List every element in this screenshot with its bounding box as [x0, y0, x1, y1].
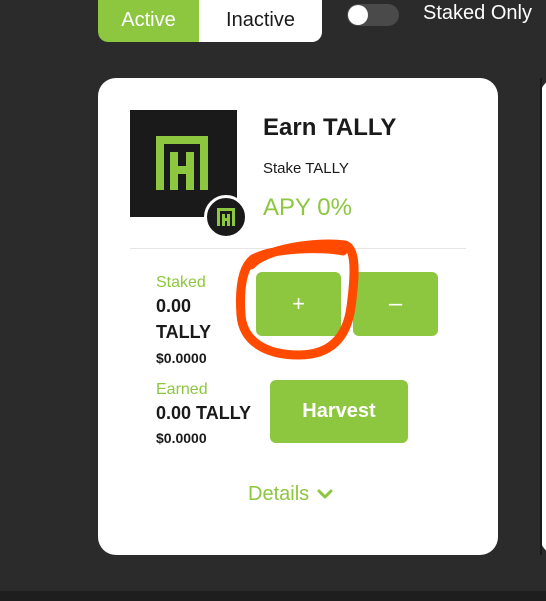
divider — [130, 248, 466, 249]
switch-knob — [348, 5, 368, 25]
tally-badge-icon — [204, 195, 248, 239]
chevron-down-icon — [317, 483, 333, 506]
staked-label: Staked — [156, 274, 206, 291]
staked-usd: $0.0000 — [156, 350, 207, 366]
unstake-minus-button[interactable]: – — [353, 272, 438, 336]
active-inactive-toggle: Active Inactive — [98, 0, 322, 42]
earned-usd: $0.0000 — [156, 430, 207, 446]
card-subtitle: Stake TALLY — [263, 160, 349, 177]
staked-amount: 0.00 — [156, 296, 192, 316]
harvest-button[interactable]: Harvest — [270, 380, 408, 443]
details-label: Details — [248, 483, 310, 505]
staked-token: TALLY — [156, 322, 212, 342]
staked-only-label: Staked Only — [423, 2, 532, 24]
active-tab-button[interactable]: Active — [98, 0, 199, 42]
bottom-strip — [0, 591, 546, 601]
stake-plus-button[interactable]: + — [256, 272, 341, 336]
staked-only-switch[interactable] — [347, 4, 399, 26]
farm-card: Earn TALLY Stake TALLY APY 0% Staked 0.0… — [98, 78, 498, 555]
earned-label: Earned — [156, 381, 208, 398]
earned-amount: 0.00 TALLY — [156, 403, 252, 423]
next-card-edge — [540, 78, 546, 555]
card-title: Earn TALLY — [263, 114, 397, 141]
details-toggle[interactable]: Details — [248, 483, 333, 506]
inactive-tab-button[interactable]: Inactive — [199, 0, 322, 42]
apy-value: APY 0% — [263, 194, 352, 221]
